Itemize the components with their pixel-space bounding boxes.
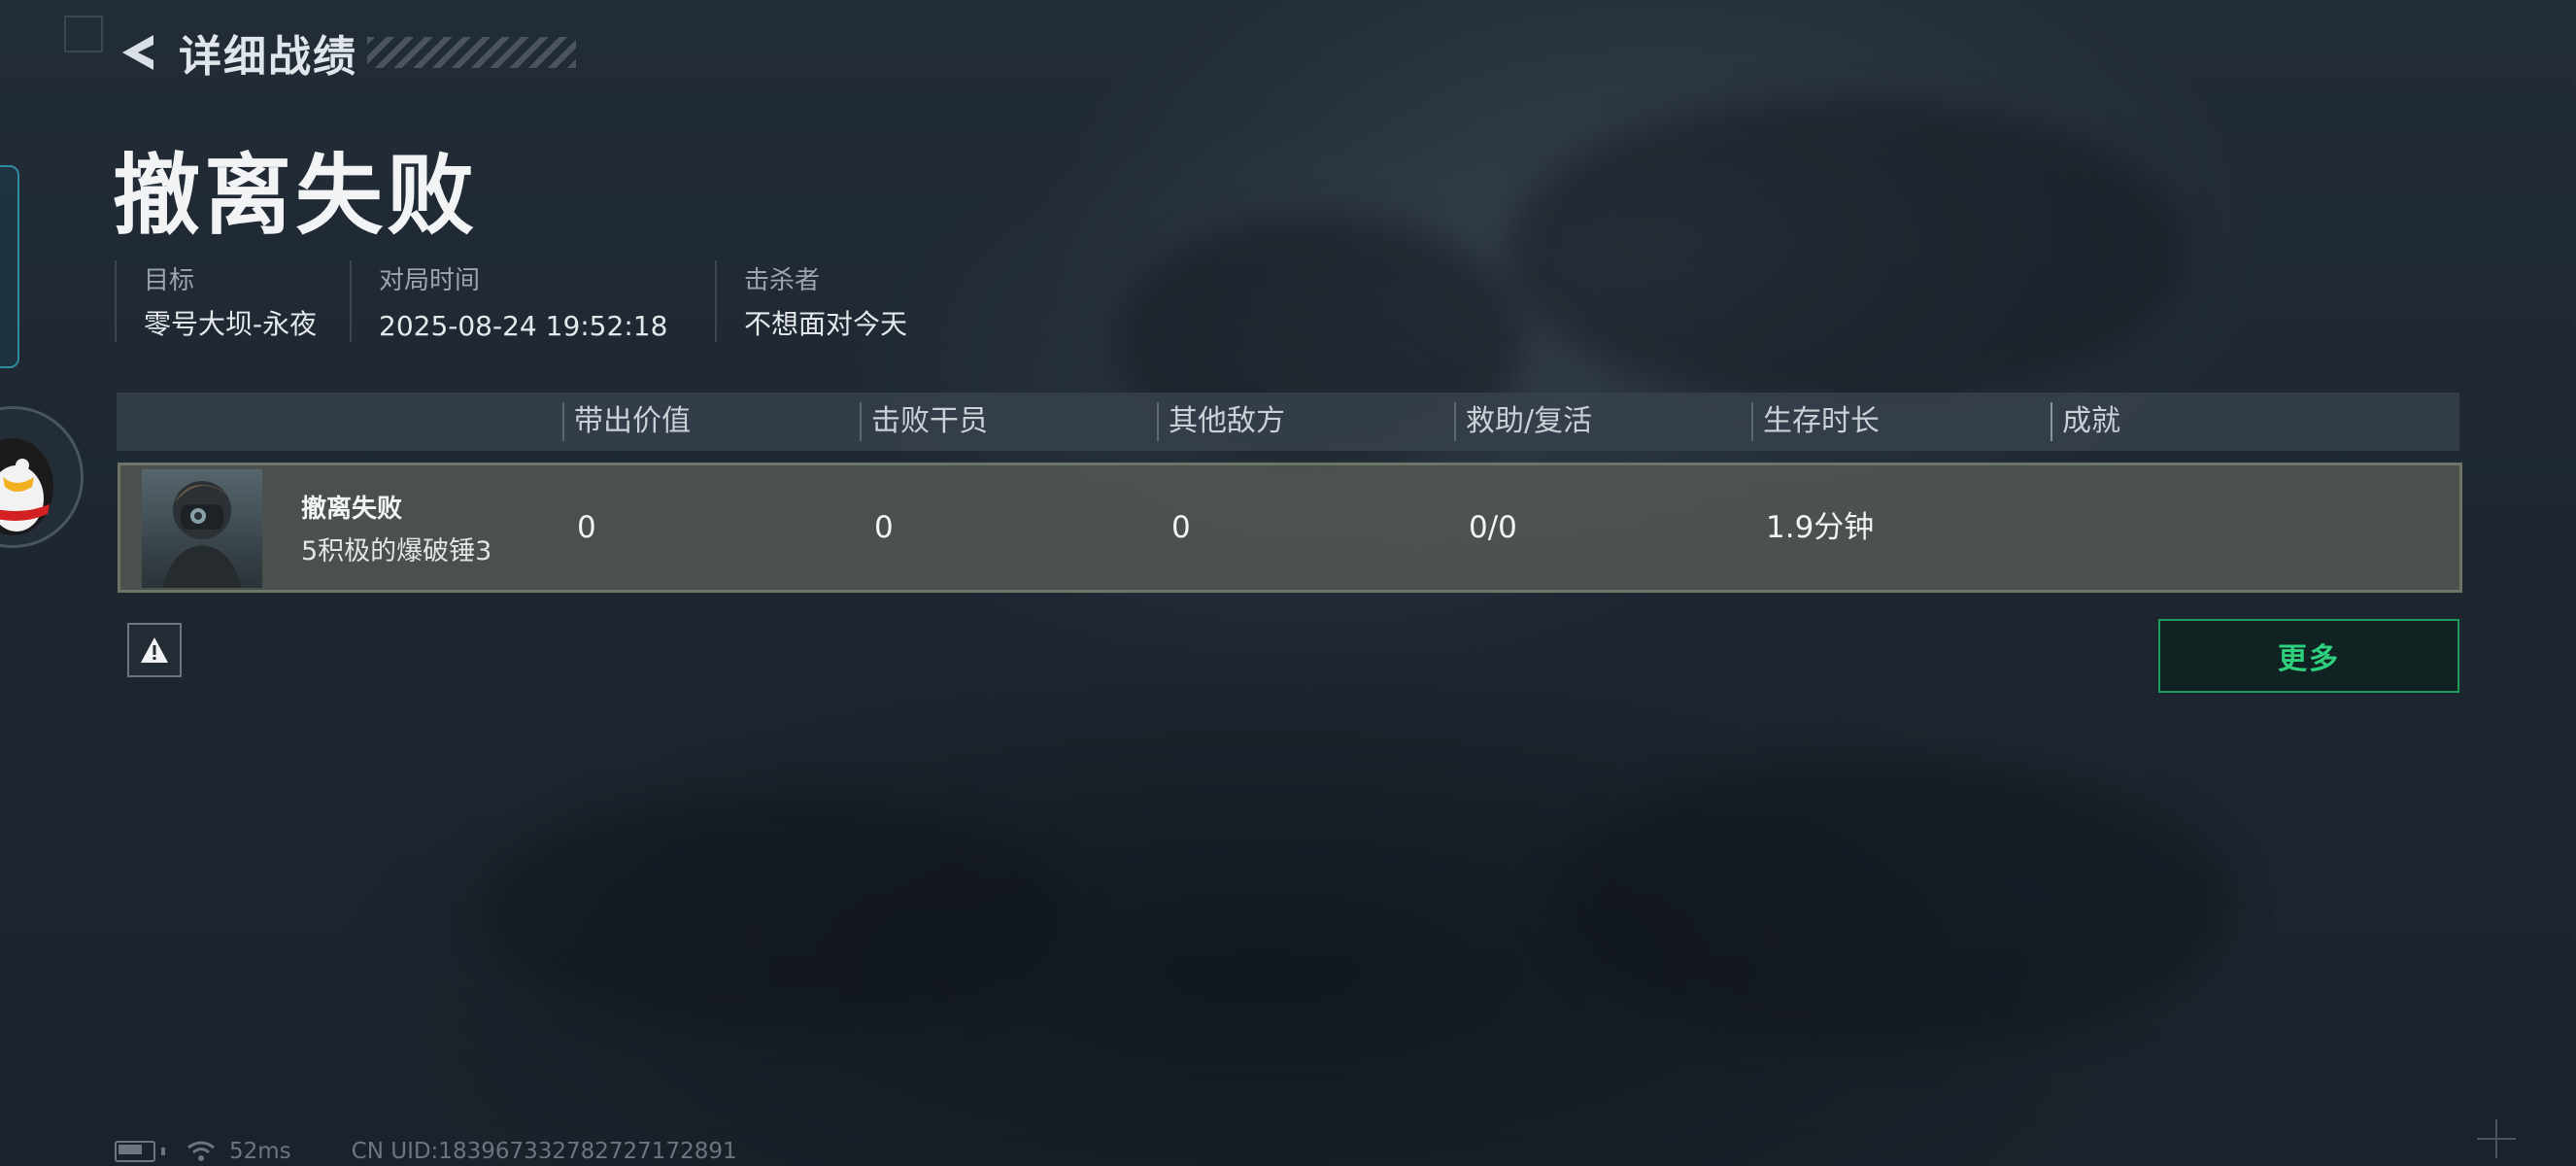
result-title: 撤离失败: [113, 145, 478, 247]
value-other-enemies: 0: [1171, 510, 1191, 545]
column-header: 带出价值: [562, 393, 691, 451]
info-value: 不想面对今天: [744, 308, 908, 340]
info-killer: 击杀者 不想面对今天: [715, 260, 907, 342]
status-bar: 52ms CN UID:183967332782727172891: [115, 1139, 737, 1164]
column-header: 生存时长: [1751, 393, 1880, 451]
back-arrow-icon: [122, 35, 153, 70]
report-button[interactable]: [127, 623, 182, 677]
info-label: 击杀者: [744, 266, 821, 295]
header-title: 详细战绩: [179, 32, 357, 82]
table-row[interactable]: 撤离失败 5积极的爆破锤3 0 0 0 0/0 1.9分钟: [118, 463, 2462, 593]
operator-portrait: [142, 469, 262, 588]
back-button[interactable]: [115, 29, 161, 76]
value-operators-defeated: 0: [874, 510, 894, 545]
header: 详细战绩: [115, 27, 357, 82]
wifi-icon: [187, 1141, 215, 1161]
player-name: 5积极的爆破锤3: [301, 536, 492, 566]
info-value: 零号大坝-永夜: [144, 308, 318, 340]
info-value: 2025-08-24 19:52:18: [379, 310, 668, 342]
column-header: 击败干员: [860, 393, 988, 451]
value-survival-time: 1.9分钟: [1766, 510, 1875, 545]
crosshair-icon: [2477, 1119, 2516, 1158]
side-tab[interactable]: [0, 165, 19, 368]
battery-icon: [115, 1141, 155, 1162]
more-button[interactable]: 更多: [2158, 619, 2459, 693]
info-label: 对局时间: [379, 266, 481, 295]
warning-icon: [141, 637, 168, 663]
ping-text: 52ms: [229, 1139, 291, 1164]
column-header: 救助/复活: [1454, 393, 1592, 451]
column-header: 成就: [2051, 393, 2120, 451]
info-label: 目标: [144, 266, 195, 295]
header-stripes: [367, 37, 576, 68]
info-target: 目标 零号大坝-永夜: [115, 260, 317, 342]
frame-corner: [64, 16, 103, 52]
row-status: 撤离失败: [301, 495, 403, 524]
column-header: 其他敌方: [1157, 393, 1285, 451]
info-match-time: 对局时间 2025-08-24 19:52:18: [350, 260, 667, 342]
value-extract: 0: [577, 510, 596, 545]
value-assist-revive: 0/0: [1469, 510, 1517, 545]
table-header: 带出价值 击败干员 其他敌方 救助/复活 生存时长 成就: [117, 393, 2459, 451]
uid-text: CN UID:183967332782727172891: [351, 1139, 737, 1164]
